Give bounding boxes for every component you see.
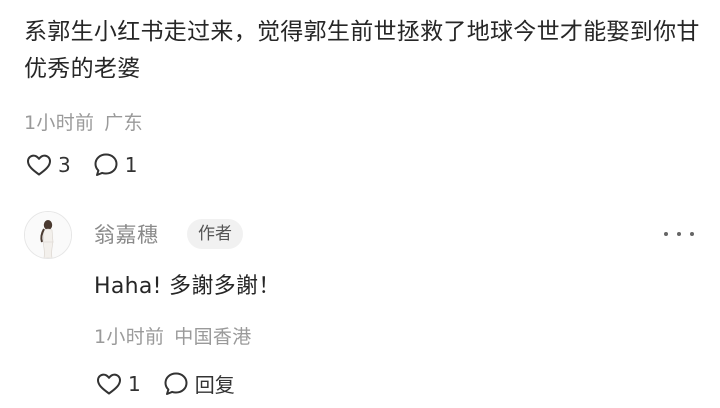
reply-actions: 1 回复 [96, 369, 235, 398]
reply-reply-label: 回复 [194, 373, 235, 397]
reply-reply-button[interactable]: 回复 [163, 369, 235, 398]
reply-like-count: 1 [128, 371, 141, 396]
comment-text: 系郭生小红书走过来，觉得郭生前世拯救了地球今世才能娶到你甘优秀的老婆 [24, 19, 700, 82]
avatar[interactable] [24, 211, 72, 259]
comment-location: 广东 [104, 112, 143, 134]
reply-like-button[interactable]: 1 [96, 372, 141, 396]
comment-like-count: 3 [58, 153, 71, 177]
reply-location: 中国香港 [174, 326, 252, 348]
speech-bubble-icon [164, 372, 188, 395]
comment-time: 1小时前 [24, 112, 95, 134]
comment-reply-button[interactable]: 1 [93, 152, 138, 178]
reply-meta: 1小时前 中国香港 [94, 322, 252, 349]
comment-actions: 3 1 [26, 152, 137, 178]
heart-outline-icon [97, 373, 121, 394]
comment-like-button[interactable]: 3 [26, 153, 71, 177]
comment-reply-count: 1 [124, 153, 138, 177]
author-badge: 作者 [187, 219, 243, 249]
more-horizontal-icon[interactable] [664, 228, 694, 240]
reply-time: 1小时前 [94, 326, 165, 348]
reply-author-name[interactable]: 翁嘉穗 [94, 219, 159, 249]
speech-bubble-icon [94, 153, 118, 176]
heart-outline-icon [27, 154, 51, 176]
reply-text: Haha! 多謝多謝！ [94, 274, 281, 299]
avatar-image [25, 212, 71, 258]
comment-meta: 1小时前 广东 [24, 108, 143, 135]
